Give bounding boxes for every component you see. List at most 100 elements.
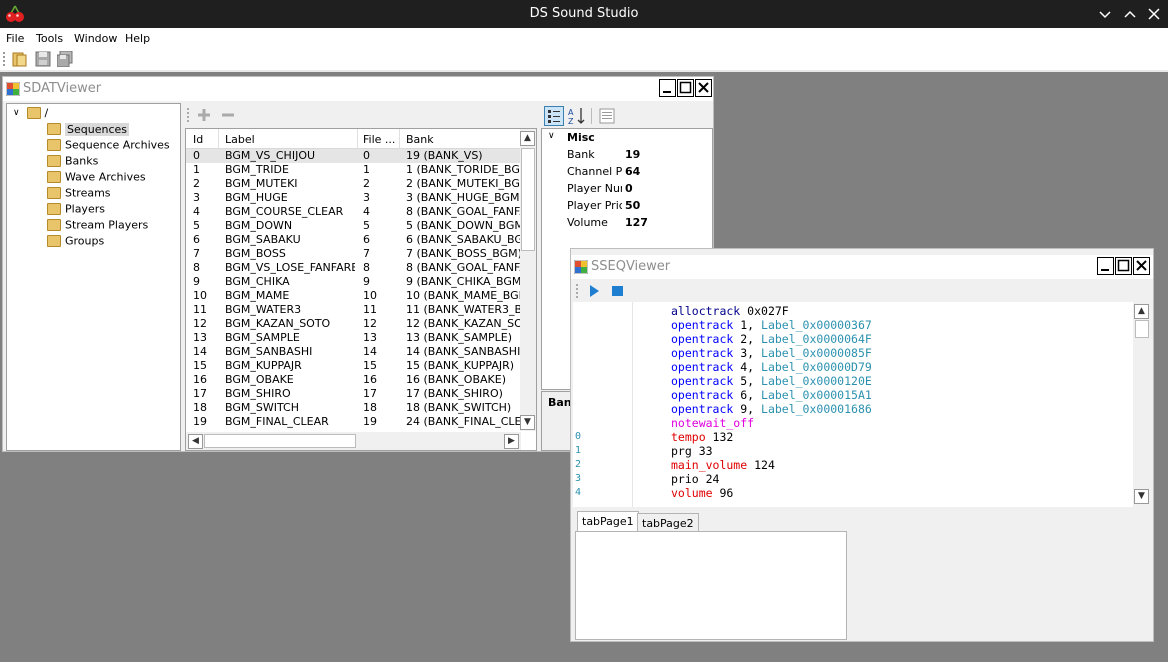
scroll-down-icon[interactable]: ▼ [1134, 489, 1149, 504]
table-cell: BGM_SHIRO [225, 387, 291, 400]
code-line: alloctrack 0x027F [671, 304, 789, 318]
column-header-bank[interactable]: Bank [406, 133, 434, 146]
property-row[interactable]: Player Pric 50 [542, 199, 712, 216]
table-cell: BGM_SABAKU [225, 233, 301, 246]
collapse-chevron-icon[interactable]: ∨ [13, 108, 23, 118]
close-button[interactable] [695, 79, 712, 97]
tree-item-groups[interactable]: Groups [47, 234, 104, 250]
sdat-viewer-title-bar[interactable]: SDATViewer [3, 77, 713, 101]
sequence-code-editor[interactable]: alloctrack 0x027F opentrack 1, Label_0x00… [573, 302, 1151, 507]
scrollbar-thumb[interactable] [1135, 320, 1149, 338]
scrollbar-thumb[interactable] [521, 148, 535, 251]
tree-item-streams[interactable]: Streams [47, 186, 111, 202]
minimize-button[interactable] [659, 79, 676, 97]
scroll-up-icon[interactable]: ▲ [520, 131, 535, 146]
play-icon[interactable] [588, 284, 600, 298]
table-row[interactable]: 10 BGM_MAME 10 10 (BANK_MAME_BGM) [186, 289, 521, 303]
editor-vertical-scrollbar[interactable]: ▲ ▼ [1133, 302, 1151, 507]
code-token: Label_0x0000064F [761, 332, 872, 346]
save-all-icon[interactable] [57, 51, 73, 67]
table-row[interactable]: 7 BGM_BOSS 7 7 (BANK_BOSS_BGM) [186, 247, 521, 261]
sequence-list[interactable]: Id Label File ... Bank 0 BGM_VS_CHIJOU 0 19… [185, 128, 537, 451]
tree-item-wave-archives[interactable]: Wave Archives [47, 170, 146, 186]
tree-item-stream-players[interactable]: Stream Players [47, 218, 148, 234]
close-icon[interactable] [1143, 4, 1165, 24]
table-row[interactable]: 17 BGM_SHIRO 17 17 (BANK_SHIRO) [186, 387, 521, 401]
add-icon[interactable] [197, 108, 211, 122]
sseq-toolbar [574, 281, 1150, 301]
scroll-right-icon[interactable]: ▶ [504, 434, 519, 449]
sdat-tree-view[interactable]: ∨ / Sequences Sequence Archives Banks Wa… [6, 103, 181, 451]
table-row[interactable]: 2 BGM_MUTEKI 2 2 (BANK_MUTEKI_BGM) [186, 177, 521, 191]
column-header-id[interactable]: Id [193, 133, 203, 146]
table-cell: 8 (BANK_GOAL_FANFARE [406, 261, 521, 274]
table-row[interactable]: 4 BGM_COURSE_CLEAR 4 8 (BANK_GOAL_FANFARE [186, 205, 521, 219]
scroll-down-icon[interactable]: ▼ [520, 415, 535, 430]
save-icon[interactable] [35, 51, 51, 67]
line-number: 3 [575, 473, 582, 484]
table-row[interactable]: 3 BGM_HUGE 3 3 (BANK_HUGE_BGM) [186, 191, 521, 205]
property-row[interactable]: Channel P 64 [542, 165, 712, 182]
table-row[interactable]: 13 BGM_SAMPLE 13 13 (BANK_SAMPLE) [186, 331, 521, 345]
toolbar-grip[interactable] [3, 52, 5, 66]
table-cell: 17 (BANK_SHIRO) [406, 387, 503, 400]
table-cell: 18 [193, 401, 207, 414]
maximize-button[interactable] [1115, 257, 1132, 275]
scroll-left-icon[interactable]: ◀ [188, 434, 203, 449]
tab-page1[interactable]: tabPage1 [577, 511, 639, 532]
tree-item-banks[interactable]: Banks [47, 154, 98, 170]
menu-file[interactable]: File [6, 32, 24, 45]
table-row[interactable]: 19 BGM_FINAL_CLEAR 19 24 (BANK_FINAL_CLEAR [186, 415, 521, 429]
menu-help[interactable]: Help [125, 32, 150, 45]
table-row[interactable]: 15 BGM_KUPPAJR 15 15 (BANK_KUPPAJR) [186, 359, 521, 373]
tree-item-sequences[interactable]: Sequences [47, 122, 129, 138]
property-category[interactable]: ∨ Misc [542, 131, 712, 148]
tree-item-sequence-archives[interactable]: Sequence Archives [47, 138, 170, 154]
menu-tools[interactable]: Tools [36, 32, 63, 45]
table-cell: 1 (BANK_TORIDE_BGM) [406, 163, 521, 176]
table-cell: BGM_SWITCH [225, 401, 299, 414]
property-pages-icon[interactable] [599, 108, 615, 124]
open-folder-icon[interactable] [12, 51, 28, 67]
table-row[interactable]: 5 BGM_DOWN 5 5 (BANK_DOWN_BGM) [186, 219, 521, 233]
property-row[interactable]: Volume 127 [542, 216, 712, 233]
column-header-file[interactable]: File ... [363, 133, 395, 146]
property-row[interactable]: Player Nur 0 [542, 182, 712, 199]
folder-icon [47, 219, 61, 231]
collapse-chevron-icon[interactable] [1094, 4, 1116, 24]
tab-page2[interactable]: tabPage2 [637, 513, 699, 532]
stop-icon[interactable] [611, 284, 625, 298]
table-row[interactable]: 6 BGM_SABAKU 6 6 (BANK_SABAKU_BGM) [186, 233, 521, 247]
list-vertical-scrollbar[interactable]: ▲ ▼ [520, 129, 536, 431]
collapse-chevron-icon[interactable]: ∨ [548, 131, 555, 141]
table-row[interactable]: 14 BGM_SANBASHI 14 14 (BANK_SANBASHI) [186, 345, 521, 359]
categorized-icon[interactable] [544, 106, 564, 126]
remove-icon[interactable] [221, 108, 235, 122]
sseq-viewer-title-bar[interactable]: SSEQViewer [571, 255, 1153, 279]
minimize-button[interactable] [1097, 257, 1114, 275]
column-header-label[interactable]: Label [225, 133, 255, 146]
table-row[interactable]: 8 BGM_VS_LOSE_FANFARE 8 8 (BANK_GOAL_FANFAR… [186, 261, 521, 275]
table-row[interactable]: 11 BGM_WATER3 11 11 (BANK_WATER3_BGM [186, 303, 521, 317]
table-cell: 10 [193, 289, 207, 302]
table-cell: BGM_WATER3 [225, 303, 302, 316]
scroll-up-icon[interactable]: ▲ [1134, 304, 1149, 319]
table-row[interactable]: 12 BGM_KAZAN_SOTO 12 12 (BANK_KAZAN_SOTO [186, 317, 521, 331]
list-horizontal-scrollbar[interactable]: ◀ ▶ [186, 432, 521, 450]
property-row[interactable]: Bank 19 [542, 148, 712, 165]
tree-item-players[interactable]: Players [47, 202, 105, 218]
table-row[interactable]: 0 BGM_VS_CHIJOU 0 19 (BANK_VS) [186, 149, 521, 163]
close-button[interactable] [1133, 257, 1150, 275]
line-number: 0 [575, 431, 582, 442]
table-row[interactable]: 9 BGM_CHIKA 9 9 (BANK_CHIKA_BGM) [186, 275, 521, 289]
maximize-icon [1117, 259, 1130, 272]
tree-root[interactable]: ∨ / [13, 106, 48, 122]
scrollbar-thumb[interactable] [204, 434, 356, 448]
menu-window[interactable]: Window [74, 32, 117, 45]
alphabetical-icon[interactable]: A Z [567, 106, 587, 126]
maximize-button[interactable] [677, 79, 694, 97]
table-row[interactable]: 16 BGM_OBAKE 16 16 (BANK_OBAKE) [186, 373, 521, 387]
table-row[interactable]: 18 BGM_SWITCH 18 18 (BANK_SWITCH) [186, 401, 521, 415]
table-row[interactable]: 1 BGM_TRIDE 1 1 (BANK_TORIDE_BGM) [186, 163, 521, 177]
expand-chevron-icon[interactable] [1119, 4, 1141, 24]
